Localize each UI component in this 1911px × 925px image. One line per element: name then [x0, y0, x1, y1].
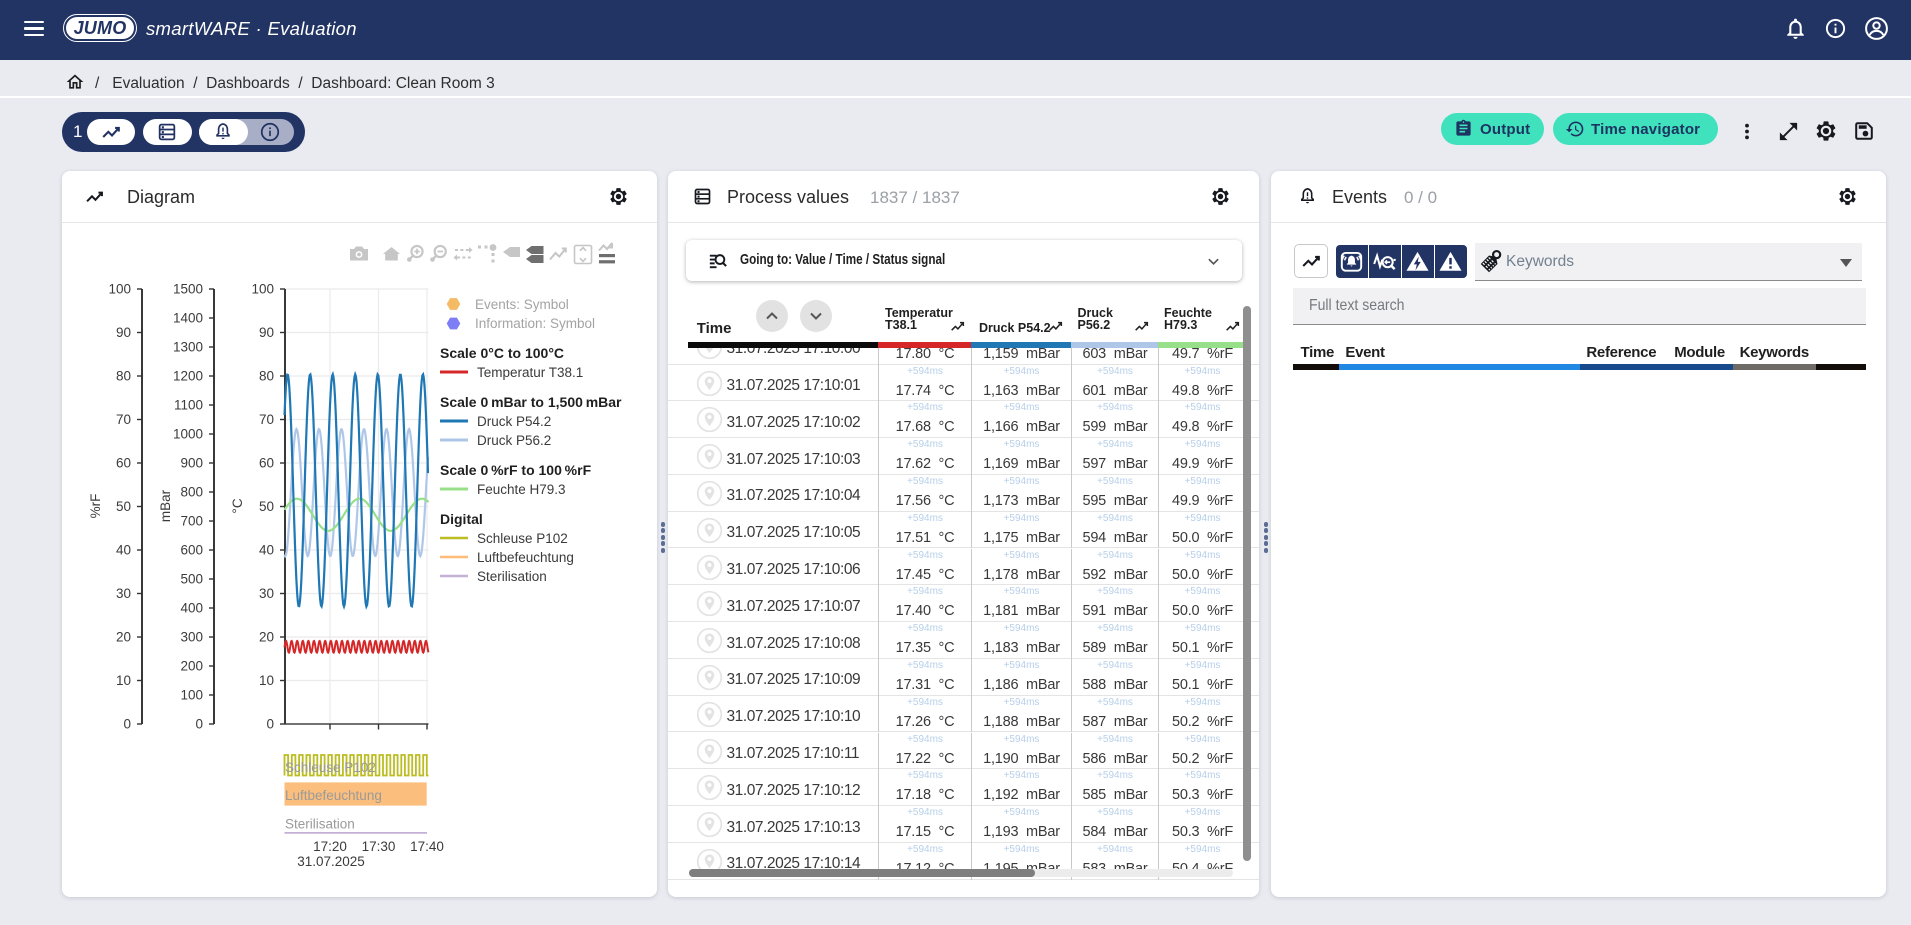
svg-text:Scale 0 %rF to 100 %rF: Scale 0 %rF to 100 %rF	[440, 462, 592, 478]
svg-text:Events: Symbol: Events: Symbol	[475, 297, 569, 312]
svg-text:1300: 1300	[173, 340, 203, 355]
svg-text:1400: 1400	[173, 311, 203, 326]
svg-text:600: 600	[180, 543, 203, 558]
svg-text:31.07.2025: 31.07.2025	[297, 854, 365, 869]
svg-text:60: 60	[259, 456, 274, 471]
svg-text:10: 10	[259, 673, 274, 688]
svg-text:0: 0	[195, 717, 203, 732]
svg-text:Schleuse P102: Schleuse P102	[285, 760, 376, 775]
svg-text:Schleuse P102: Schleuse P102	[477, 531, 568, 546]
svg-text:Scale 0 mBar to 1,500 mBar: Scale 0 mBar to 1,500 mBar	[440, 394, 622, 410]
svg-text:90: 90	[116, 325, 131, 340]
svg-text:0: 0	[266, 717, 274, 732]
svg-text:Druck P54.2: Druck P54.2	[477, 414, 551, 429]
svg-text:30: 30	[116, 586, 131, 601]
svg-text:Temperatur T38.1: Temperatur T38.1	[477, 365, 583, 380]
svg-text:1200: 1200	[173, 369, 203, 384]
svg-text:10: 10	[116, 673, 131, 688]
svg-text:17:20: 17:20	[313, 839, 347, 854]
svg-text:100: 100	[180, 688, 203, 703]
svg-text:0: 0	[123, 717, 131, 732]
svg-text:80: 80	[116, 369, 131, 384]
svg-text:50: 50	[116, 499, 131, 514]
svg-text:1100: 1100	[174, 398, 203, 413]
svg-text:80: 80	[259, 369, 274, 384]
svg-text:200: 200	[180, 659, 203, 674]
svg-text:90: 90	[259, 325, 274, 340]
svg-text:500: 500	[180, 572, 203, 587]
svg-text:17:40: 17:40	[410, 839, 444, 854]
svg-text:60: 60	[116, 456, 131, 471]
svg-text:20: 20	[259, 630, 274, 645]
svg-text:%rF: %rF	[88, 494, 103, 519]
svg-text:mBar: mBar	[158, 489, 173, 522]
svg-text:Feuchte H79.3: Feuchte H79.3	[477, 482, 566, 497]
svg-text:Luftbefeuchtung: Luftbefeuchtung	[477, 550, 574, 565]
svg-text:300: 300	[180, 630, 203, 645]
svg-text:Sterilisation: Sterilisation	[285, 817, 355, 832]
svg-text:800: 800	[180, 485, 203, 500]
svg-text:Sterilisation: Sterilisation	[477, 569, 547, 584]
svg-text:°C: °C	[230, 498, 245, 513]
svg-text:Scale 0°C to 100°C: Scale 0°C to 100°C	[440, 345, 564, 361]
svg-text:70: 70	[259, 412, 274, 427]
svg-text:30: 30	[259, 586, 274, 601]
svg-text:20: 20	[116, 630, 131, 645]
svg-text:40: 40	[116, 543, 131, 558]
svg-text:50: 50	[259, 499, 274, 514]
svg-text:Druck P56.2: Druck P56.2	[477, 433, 551, 448]
svg-text:700: 700	[180, 514, 203, 529]
svg-text:Luftbefeuchtung: Luftbefeuchtung	[285, 788, 382, 803]
svg-text:400: 400	[180, 601, 203, 616]
svg-text:1000: 1000	[173, 427, 203, 442]
svg-text:100: 100	[108, 282, 131, 297]
svg-text:40: 40	[259, 543, 274, 558]
svg-text:17:30: 17:30	[362, 839, 396, 854]
svg-text:900: 900	[180, 456, 203, 471]
svg-text:Digital: Digital	[440, 511, 483, 527]
svg-text:70: 70	[116, 412, 131, 427]
svg-text:100: 100	[251, 282, 274, 297]
svg-text:1500: 1500	[173, 282, 203, 297]
svg-text:Information: Symbol: Information: Symbol	[475, 316, 595, 331]
